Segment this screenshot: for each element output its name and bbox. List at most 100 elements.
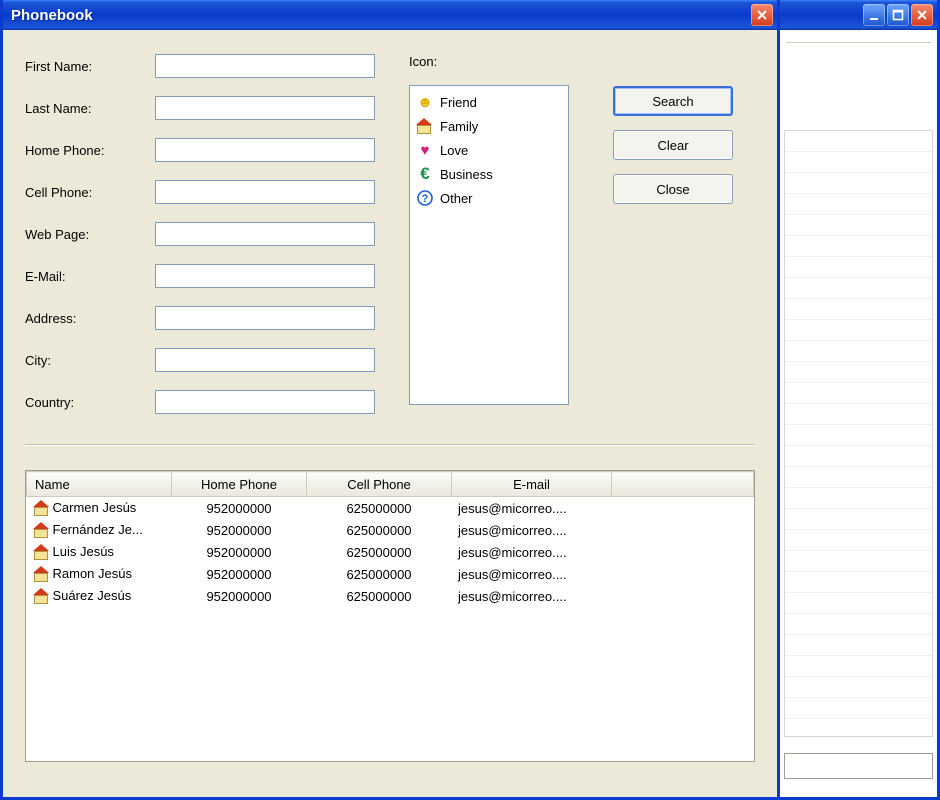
col-empty[interactable] [612,472,754,497]
cell-name[interactable]: Carmen Jesús [27,497,172,520]
separator [25,444,755,446]
close-button[interactable]: Close [613,174,733,204]
buttons-column: Search Clear Close [613,54,743,432]
cell-cell-phone: 625000000 [307,519,452,541]
address-label: Address: [25,311,155,326]
icon-item-label: Friend [440,95,477,110]
fields-column: First Name: Last Name: Home Phone: Cell … [25,54,375,432]
cell-empty [612,563,754,585]
phonebook-titlebar[interactable]: Phonebook [3,0,777,30]
background-body [780,30,937,797]
table-row[interactable]: Fernández Je...952000000625000000jesus@m… [27,519,754,541]
cell-name[interactable]: Suárez Jesús [27,585,172,607]
house-icon [33,588,49,604]
table-row [27,695,754,717]
cell-home-phone: 952000000 [172,563,307,585]
icon-item-business[interactable]: € Business [414,162,564,186]
last-name-label: Last Name: [25,101,155,116]
city-input[interactable] [155,348,375,372]
address-input[interactable] [155,306,375,330]
cell-cell-phone: 625000000 [307,563,452,585]
web-page-input[interactable] [155,222,375,246]
table-row [27,673,754,695]
icon-column: Icon: ☻ Friend Family ♥ Love [409,54,579,432]
background-minimize-button[interactable] [863,4,885,26]
email-input[interactable] [155,264,375,288]
phonebook-body: First Name: Last Name: Home Phone: Cell … [3,30,777,797]
country-label: Country: [25,395,155,410]
home-phone-label: Home Phone: [25,143,155,158]
question-icon: ? [416,189,434,207]
icon-item-family[interactable]: Family [414,114,564,138]
phonebook-close-button[interactable] [751,4,773,26]
cell-cell-phone: 625000000 [307,497,452,520]
cell-phone-input[interactable] [155,180,375,204]
cell-cell-phone: 625000000 [307,541,452,563]
table-row [27,629,754,651]
smiley-icon: ☻ [416,93,434,111]
house-icon [416,117,434,135]
table-row[interactable]: Suárez Jesús952000000625000000jesus@mico… [27,585,754,607]
cell-home-phone: 952000000 [172,497,307,520]
cell-email: jesus@micorreo.... [452,563,612,585]
table-row [27,651,754,673]
icon-item-label: Business [440,167,493,182]
table-row[interactable]: Carmen Jesús952000000625000000jesus@mico… [27,497,754,520]
icon-item-love[interactable]: ♥ Love [414,138,564,162]
cell-empty [612,519,754,541]
background-window [780,0,940,800]
house-icon [33,566,49,582]
house-icon [33,500,49,516]
home-phone-input[interactable] [155,138,375,162]
cell-empty [612,585,754,607]
cell-name[interactable]: Ramon Jesús [27,563,172,585]
cell-empty [612,541,754,563]
euro-icon: € [416,165,434,183]
country-input[interactable] [155,390,375,414]
icon-item-label: Family [440,119,478,134]
first-name-input[interactable] [155,54,375,78]
results-grid[interactable]: Name Home Phone Cell Phone E-mail Carmen… [25,470,755,762]
house-icon [33,544,49,560]
clear-button[interactable]: Clear [613,130,733,160]
email-label: E-Mail: [25,269,155,284]
cell-email: jesus@micorreo.... [452,519,612,541]
cell-email: jesus@micorreo.... [452,585,612,607]
cell-name[interactable]: Luis Jesús [27,541,172,563]
first-name-label: First Name: [25,59,155,74]
col-name[interactable]: Name [27,472,172,497]
cell-home-phone: 952000000 [172,585,307,607]
cell-home-phone: 952000000 [172,519,307,541]
col-email[interactable]: E-mail [452,472,612,497]
background-input[interactable] [784,753,933,779]
form-area: First Name: Last Name: Home Phone: Cell … [25,54,755,432]
background-close-button[interactable] [911,4,933,26]
table-row [27,717,754,739]
table-header-row[interactable]: Name Home Phone Cell Phone E-mail [27,472,754,497]
cell-cell-phone: 625000000 [307,585,452,607]
phonebook-window: Phonebook First Name: Last Name: Home Ph… [0,0,780,800]
house-icon [33,522,49,538]
last-name-input[interactable] [155,96,375,120]
background-maximize-button[interactable] [887,4,909,26]
cell-email: jesus@micorreo.... [452,497,612,520]
window-title: Phonebook [11,7,749,24]
icon-item-label: Love [440,143,468,158]
heart-icon: ♥ [416,141,434,159]
icon-item-label: Other [440,191,473,206]
icon-item-other[interactable]: ? Other [414,186,564,210]
table-row [27,607,754,629]
icon-listbox[interactable]: ☻ Friend Family ♥ Love € Business [409,85,569,405]
icon-item-friend[interactable]: ☻ Friend [414,90,564,114]
search-button[interactable]: Search [613,86,733,116]
cell-email: jesus@micorreo.... [452,541,612,563]
city-label: City: [25,353,155,368]
col-cell-phone[interactable]: Cell Phone [307,472,452,497]
background-list[interactable] [784,130,933,737]
cell-name[interactable]: Fernández Je... [27,519,172,541]
table-row[interactable]: Ramon Jesús952000000625000000jesus@micor… [27,563,754,585]
col-home-phone[interactable]: Home Phone [172,472,307,497]
table-row[interactable]: Luis Jesús952000000625000000jesus@micorr… [27,541,754,563]
cell-home-phone: 952000000 [172,541,307,563]
cell-phone-label: Cell Phone: [25,185,155,200]
